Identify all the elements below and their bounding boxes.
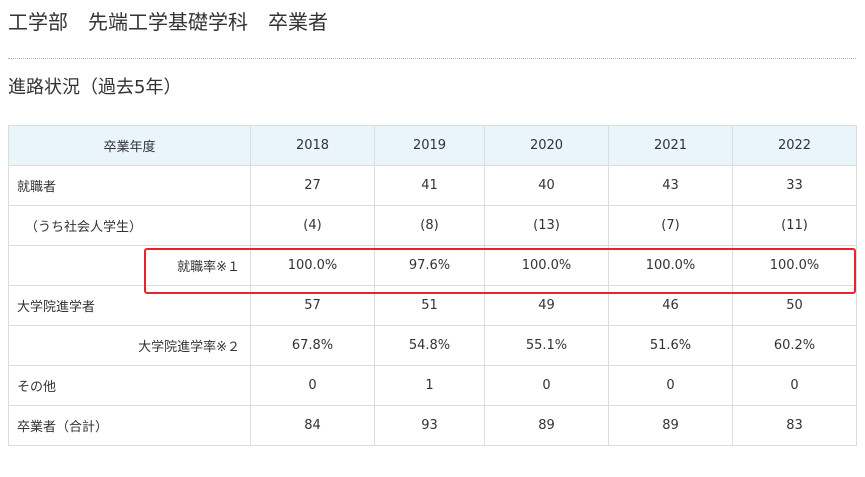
cell-employed-2020: 40: [484, 165, 609, 206]
cell-employment-rate-2018: 100.0%: [250, 245, 375, 286]
cell-grad-school-rate-2019: 54.8%: [374, 325, 485, 366]
section-title: 進路状況（過去5年）: [8, 77, 182, 98]
cell-total-graduates-2020: 89: [484, 405, 609, 446]
row-adult-students: （うち社会人学生） (4) (8) (13) (7) (11): [8, 205, 857, 246]
cell-total-graduates-2021: 89: [608, 405, 733, 446]
page-title: 工学部 先端工学基礎学科 卒業者: [8, 10, 328, 34]
header-year-2021: 2021: [608, 125, 733, 166]
cell-employment-rate-2019: 97.6%: [374, 245, 485, 286]
row-grad-school: 大学院進学者 57 51 49 46 50: [8, 285, 857, 326]
row-employed: 就職者 27 41 40 43 33: [8, 165, 857, 206]
row-label-total-graduates: 卒業者（合計）: [8, 405, 251, 446]
cell-grad-school-2022: 50: [732, 285, 857, 326]
cell-other-2020: 0: [484, 365, 609, 406]
cell-employed-2021: 43: [608, 165, 733, 206]
header-year-2019: 2019: [374, 125, 485, 166]
cell-employed-2018: 27: [250, 165, 375, 206]
table-header-row: 卒業年度 2018 2019 2020 2021 2022: [8, 125, 857, 166]
cell-adult-students-2021: (7): [608, 205, 733, 246]
cell-grad-school-rate-2018: 67.8%: [250, 325, 375, 366]
row-total-graduates: 卒業者（合計） 84 93 89 89 83: [8, 405, 857, 446]
cell-other-2018: 0: [250, 365, 375, 406]
row-grad-school-rate: 大学院進学率※２ 67.8% 54.8% 55.1% 51.6% 60.2%: [8, 325, 857, 366]
cell-employment-rate-2020: 100.0%: [484, 245, 609, 286]
cell-grad-school-2021: 46: [608, 285, 733, 326]
cell-adult-students-2020: (13): [484, 205, 609, 246]
cell-total-graduates-2018: 84: [250, 405, 375, 446]
cell-adult-students-2018: (4): [250, 205, 375, 246]
cell-total-graduates-2022: 83: [732, 405, 857, 446]
cell-other-2021: 0: [608, 365, 733, 406]
cell-adult-students-2022: (11): [732, 205, 857, 246]
cell-grad-school-rate-2022: 60.2%: [732, 325, 857, 366]
cell-total-graduates-2019: 93: [374, 405, 485, 446]
row-label-employed: 就職者: [8, 165, 251, 206]
title-divider: [8, 58, 856, 59]
row-label-grad-school: 大学院進学者: [8, 285, 251, 326]
cell-employment-rate-2021: 100.0%: [608, 245, 733, 286]
cell-other-2022: 0: [732, 365, 857, 406]
header-year-2020: 2020: [484, 125, 609, 166]
header-year-2022: 2022: [732, 125, 857, 166]
header-year-2018: 2018: [250, 125, 375, 166]
cell-grad-school-2018: 57: [250, 285, 375, 326]
row-employment-rate: 就職率※１ 100.0% 97.6% 100.0% 100.0% 100.0%: [8, 245, 857, 286]
cell-grad-school-2019: 51: [374, 285, 485, 326]
header-graduation-year: 卒業年度: [8, 125, 251, 166]
cell-grad-school-2020: 49: [484, 285, 609, 326]
row-label-grad-school-rate: 大学院進学率※２: [8, 325, 251, 366]
cell-employed-2019: 41: [374, 165, 485, 206]
career-status-table: 卒業年度 2018 2019 2020 2021 2022 就職者 27 41 …: [8, 125, 857, 446]
cell-employed-2022: 33: [732, 165, 857, 206]
cell-employment-rate-2022: 100.0%: [732, 245, 857, 286]
row-label-adult-students: （うち社会人学生）: [8, 205, 251, 246]
cell-grad-school-rate-2021: 51.6%: [608, 325, 733, 366]
row-other: その他 0 1 0 0 0: [8, 365, 857, 406]
cell-grad-school-rate-2020: 55.1%: [484, 325, 609, 366]
cell-adult-students-2019: (8): [374, 205, 485, 246]
row-label-employment-rate: 就職率※１: [8, 245, 251, 286]
row-label-other: その他: [8, 365, 251, 406]
cell-other-2019: 1: [374, 365, 485, 406]
